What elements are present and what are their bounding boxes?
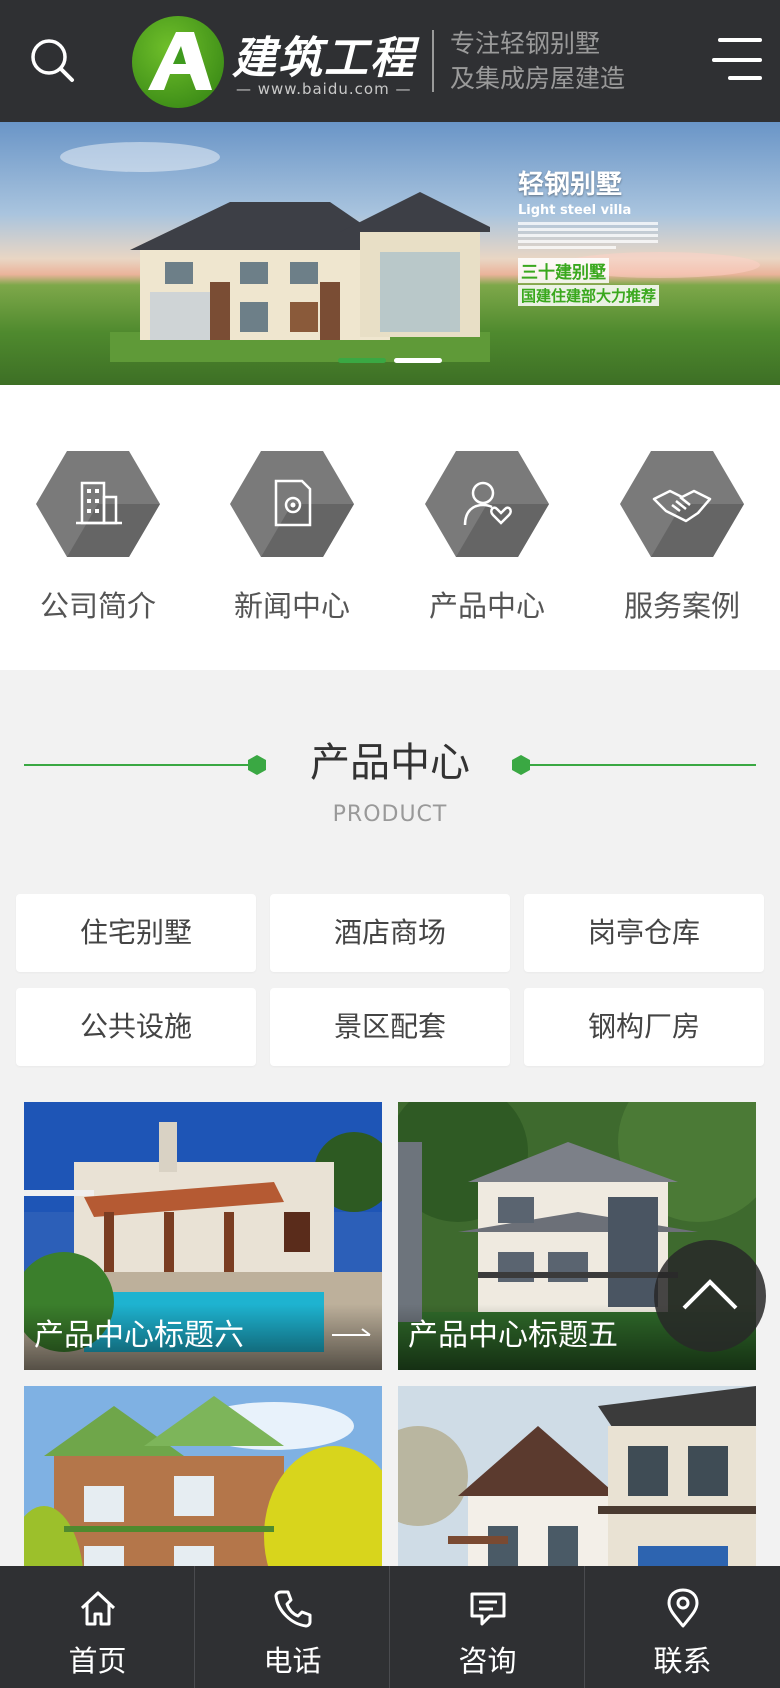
bottom-nav-label: 首页	[68, 1644, 127, 1678]
arrow-right-icon	[332, 1328, 371, 1336]
quick-nav-company[interactable]: 公司简介	[18, 451, 178, 623]
logo-url: — www.baidu.com —	[236, 80, 412, 98]
search-icon[interactable]	[28, 36, 78, 86]
category-button[interactable]: 酒店商场	[270, 894, 510, 972]
hero-banner[interactable]: 轻钢别墅 Light steel villa 三十建别墅 国建住建部大力推荐	[0, 122, 780, 385]
phone-icon	[274, 1590, 312, 1628]
slider-dot[interactable]	[394, 358, 442, 363]
product-card[interactable]: 产品中心标题六	[24, 1102, 382, 1370]
hamburger-menu-icon[interactable]	[712, 38, 762, 84]
title-line-right	[530, 764, 756, 766]
quick-nav-label: 服务案例	[623, 589, 740, 623]
site-header: 建筑工程 — www.baidu.com — 专注轻钢别墅 及集成房屋建造	[0, 0, 780, 122]
category-button[interactable]: 钢构厂房	[524, 988, 764, 1066]
quick-nav-cases[interactable]: 服务案例	[602, 451, 762, 623]
section-subtitle: PRODUCT	[332, 802, 448, 827]
bottom-nav-label: 联系	[653, 1644, 712, 1678]
quick-nav-products[interactable]: 产品中心	[407, 451, 567, 623]
banner-fine-print	[518, 222, 658, 249]
product-section-header: 产品中心 PRODUCT	[0, 730, 780, 840]
slogan-line-2: 及集成房屋建造	[450, 64, 626, 93]
category-button[interactable]: 景区配套	[270, 988, 510, 1066]
slogan-line-1: 专注轻钢别墅	[450, 29, 601, 58]
category-button[interactable]: 岗亭仓库	[524, 894, 764, 972]
logo-title: 建筑工程	[232, 33, 416, 84]
site-logo[interactable]: 建筑工程 — www.baidu.com —	[132, 14, 432, 110]
slider-dot[interactable]	[338, 358, 386, 363]
card-title: 产品中心标题五	[408, 1318, 618, 1353]
card-title: 产品中心标题六	[34, 1318, 244, 1353]
category-button[interactable]: 公共设施	[16, 988, 256, 1066]
quick-nav-label: 公司简介	[39, 589, 156, 623]
location-pin-icon	[667, 1588, 699, 1628]
bottom-nav-label: 咨询	[458, 1644, 517, 1678]
logo-divider	[432, 30, 434, 92]
quick-nav-news[interactable]: 新闻中心	[212, 451, 372, 623]
bottom-nav-contact[interactable]: 联系	[585, 1566, 780, 1688]
banner-subtitle: Light steel villa	[518, 203, 632, 218]
bottom-nav-consult[interactable]: 咨询	[390, 1566, 585, 1688]
chat-icon	[470, 1592, 506, 1626]
quick-nav-label: 产品中心	[428, 589, 545, 623]
building-icon	[36, 451, 160, 557]
bottom-nav-home[interactable]: 首页	[0, 1566, 195, 1688]
quick-nav-label: 新闻中心	[233, 589, 350, 623]
handshake-icon	[620, 451, 744, 557]
bottom-nav-bar: 首页 电话 咨询 联系	[0, 1566, 780, 1688]
document-gear-icon	[230, 451, 354, 557]
user-heart-icon	[425, 451, 549, 557]
bottom-nav-phone[interactable]: 电话	[195, 1566, 390, 1688]
section-title: 产品中心	[310, 740, 470, 786]
banner-text: 轻钢别墅 Light steel villa 三十建别墅 国建住建部大力推荐	[518, 164, 660, 306]
slider-dots	[338, 358, 458, 364]
villa-illustration	[110, 192, 490, 362]
home-icon	[80, 1591, 116, 1626]
category-button[interactable]: 住宅别墅	[16, 894, 256, 972]
quick-nav: 公司简介 新闻中心 产品中心 服务案例	[0, 385, 780, 670]
banner-title: 轻钢别墅	[518, 170, 623, 200]
banner-tagline-2: 国建住建部大力推荐	[518, 285, 660, 306]
chevron-up-icon	[682, 1279, 738, 1310]
back-to-top-button[interactable]	[654, 1240, 766, 1352]
logo-a-icon	[148, 32, 212, 90]
bottom-nav-label: 电话	[263, 1644, 322, 1678]
banner-tagline-1: 三十建别墅	[518, 258, 609, 283]
header-slogan: 专注轻钢别墅 及集成房屋建造	[450, 26, 625, 96]
hex-dot-icon	[512, 755, 530, 775]
